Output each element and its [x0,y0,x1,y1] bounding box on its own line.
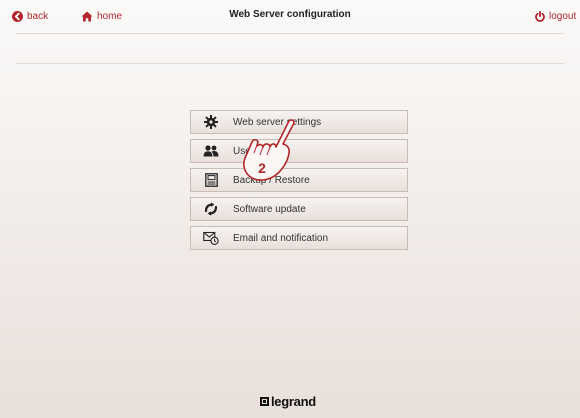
users-icon [202,142,220,160]
email-notification-icon [202,229,220,247]
header-divider [16,33,564,34]
logout-link[interactable]: logout [535,9,576,23]
menu-item-label: Email and notification [233,232,329,244]
gear-icon [202,113,220,131]
menu-item-software-update[interactable]: Software update [190,197,408,221]
logo-mark-icon [260,397,269,406]
brand-name: legrand [271,394,316,409]
page-title: Web Server configuration [229,9,351,20]
backup-restore-icon [202,171,220,189]
top-bar: back home Web Server configuration logou… [0,0,580,34]
software-update-icon [202,200,220,218]
power-icon [535,10,545,22]
menu-item-label: Software update [233,203,306,215]
logout-label: logout [549,10,577,22]
step-number: 2 [258,160,266,176]
brand-logo: legrand [260,394,316,409]
pointing-hand-callout [240,118,300,190]
menu-item-email-notification[interactable]: Email and notification [190,226,408,250]
content-divider [16,63,564,64]
